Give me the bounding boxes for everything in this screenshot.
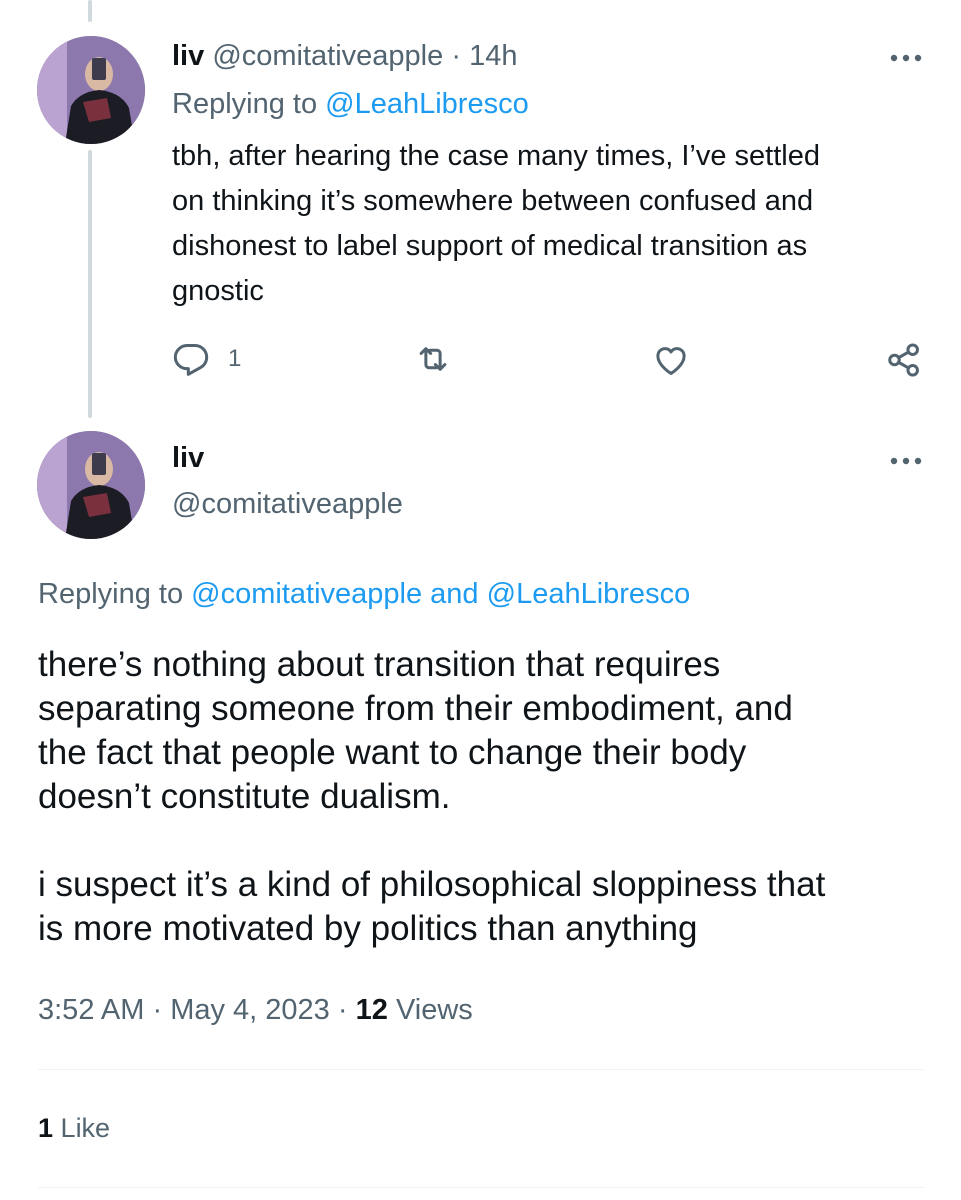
likes-count: 1: [38, 1113, 54, 1143]
timestamp[interactable]: 3:52 AM: [38, 994, 144, 1026]
likes-stat[interactable]: 1 Like: [38, 1113, 110, 1144]
display-name[interactable]: liv: [172, 40, 204, 72]
thread-line-middle: [88, 150, 92, 418]
display-name[interactable]: liv: [172, 442, 204, 475]
timestamp[interactable]: 14h: [469, 40, 517, 72]
tweet-header: liv @comitativeapple · 14h: [172, 40, 517, 73]
meta-separator: ·: [152, 994, 163, 1026]
replying-to: Replying to @comitativeapple and @LeahLi…: [38, 578, 690, 611]
tweet-text: there’s nothing about transition that re…: [38, 643, 825, 951]
divider: [38, 1187, 924, 1188]
tweet-text-line: i suspect it’s a kind of philosophical s…: [38, 865, 826, 904]
views-label: Views: [395, 994, 473, 1026]
mention-link[interactable]: @LeahLibresco: [487, 578, 691, 610]
handle[interactable]: @comitativeapple: [212, 40, 443, 72]
tweet-text-line: separating someone from their embodiment…: [38, 689, 793, 728]
tweet-text-line: there’s nothing about transition that re…: [38, 645, 721, 684]
avatar[interactable]: [37, 36, 145, 144]
replying-to-label: Replying to: [172, 88, 318, 120]
reply-button[interactable]: 1: [172, 340, 241, 378]
views-count: 12: [355, 994, 388, 1026]
avatar[interactable]: [37, 431, 145, 539]
tweet-text-line: is more motivated by politics than anyth…: [38, 909, 698, 948]
mention-link[interactable]: @LeahLibresco: [325, 88, 529, 120]
likes-label: Like: [60, 1113, 111, 1143]
replying-to-and[interactable]: and: [430, 578, 478, 610]
tweet-text-line: the fact that people want to change thei…: [38, 733, 747, 772]
reply-icon: [173, 344, 209, 376]
date[interactable]: May 4, 2023: [170, 994, 330, 1026]
replying-to-label: Replying to: [38, 578, 184, 610]
thread-line-top: [88, 0, 92, 22]
more-horizontal-icon[interactable]: [886, 451, 926, 471]
retweet-button[interactable]: [413, 340, 453, 378]
tweet-text-line: doesn’t constitute dualism.: [38, 777, 451, 816]
replying-to: Replying to @LeahLibresco: [172, 88, 529, 121]
share-icon: [888, 343, 919, 377]
meta-separator: ·: [337, 994, 348, 1026]
like-button[interactable]: [652, 341, 690, 379]
tweet-text-line: tbh, after hearing the case many times, …: [172, 140, 820, 172]
tweet-text-line: on thinking it’s somewhere between confu…: [172, 185, 814, 217]
like-icon: [656, 347, 686, 375]
tweet-text-line: dishonest to label support of medical tr…: [172, 230, 808, 262]
handle[interactable]: @comitativeapple: [172, 488, 403, 521]
reply-count: 1: [228, 345, 242, 372]
share-button[interactable]: [885, 340, 923, 380]
header-separator: ·: [451, 40, 461, 72]
mention-link[interactable]: @comitativeapple: [191, 578, 422, 610]
tweet-meta: 3:52 AM · May 4, 2023 · 12 Views: [38, 994, 473, 1027]
more-horizontal-icon[interactable]: [886, 48, 926, 68]
tweet-text-line: gnostic: [172, 275, 264, 307]
divider: [38, 1069, 924, 1070]
tweet-text: tbh, after hearing the case many times, …: [172, 134, 820, 314]
retweet-icon: [419, 347, 447, 371]
